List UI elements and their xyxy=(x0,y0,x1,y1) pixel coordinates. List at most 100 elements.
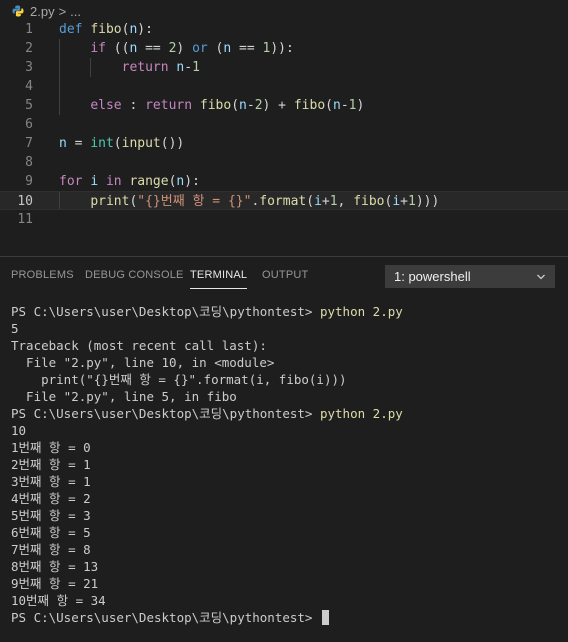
code-token: i xyxy=(314,194,322,209)
tab-terminal[interactable]: TERMINAL xyxy=(190,269,248,289)
line-number: 3 xyxy=(25,60,33,75)
code-token: 2 xyxy=(254,98,263,113)
terminal-line: 9번째 항 = 21 xyxy=(11,575,561,592)
terminal-line: 5 xyxy=(11,320,561,337)
terminal-text: 3번째 항 = 1 xyxy=(11,474,91,489)
code-token: ) xyxy=(356,98,365,113)
code-token: ( xyxy=(207,41,224,56)
code-token: or xyxy=(192,41,208,56)
terminal-text: File "2.py", line 5, in fibo xyxy=(11,389,237,404)
code-token: "{}번째 항 = {}" xyxy=(137,194,252,209)
line-number: 6 xyxy=(25,117,33,132)
line-number: 4 xyxy=(25,79,33,94)
line-number: 8 xyxy=(25,155,33,170)
code-token: == xyxy=(137,41,169,56)
terminal-text: 10번째 항 = 34 xyxy=(11,593,106,608)
code-text: return n-1 xyxy=(59,58,200,77)
tab-debug-console[interactable]: DEBUG CONSOLE xyxy=(85,269,184,281)
tab-output[interactable]: OUTPUT xyxy=(262,269,308,281)
code-line[interactable]: 5 else : return fibo(n-2) + fibo(n-1) xyxy=(0,96,568,115)
code-token: ()) xyxy=(160,136,185,151)
bottom-panel: PROBLEMS DEBUG CONSOLE TERMINAL OUTPUT 1… xyxy=(0,256,568,642)
code-line[interactable]: 6 xyxy=(0,115,568,134)
code-line[interactable]: 11 xyxy=(0,210,568,229)
code-token: format xyxy=(259,194,307,209)
terminal-line: 7번째 항 = 8 xyxy=(11,541,561,558)
terminal-line: 1번째 항 = 0 xyxy=(11,439,561,456)
code-token: i xyxy=(90,174,99,189)
code-token: - xyxy=(246,98,255,113)
code-token: return xyxy=(121,60,169,75)
code-text: if ((n == 2) or (n == 1)): xyxy=(59,39,294,58)
code-token: ( xyxy=(306,194,315,209)
terminal-text: 4번째 항 = 2 xyxy=(11,491,91,506)
terminal-line: 8번째 항 = 13 xyxy=(11,558,561,575)
code-token: 1 xyxy=(329,194,338,209)
code-token: )): xyxy=(270,41,294,56)
terminal-line: 10 xyxy=(11,422,561,439)
terminal-line: 2번째 항 = 1 xyxy=(11,456,561,473)
code-token: int xyxy=(90,136,114,151)
line-number: 1 xyxy=(25,22,33,37)
code-line[interactable]: 8 xyxy=(0,153,568,172)
terminal-select[interactable]: 1: powershell xyxy=(385,265,555,288)
terminal-command: python 2.py xyxy=(319,304,403,319)
code-text: print("{}번째 항 = {}".format(i+1, fibo(i+1… xyxy=(59,192,439,211)
code-line[interactable]: 2 if ((n == 2) or (n == 1)): xyxy=(0,39,568,58)
code-token: ): xyxy=(137,22,153,37)
breadcrumb: 2.py > ... xyxy=(12,2,81,20)
terminal-line: Traceback (most recent call last): xyxy=(11,337,561,354)
terminal-line: PS C:\Users\user\Desktop\코딩\pythontest> xyxy=(11,609,561,626)
code-editor[interactable]: 2.py > ... 1 def fibo(n): 2 if ((n == 2) o… xyxy=(0,0,568,256)
code-token: n xyxy=(59,136,67,151)
terminal-line: 4번째 항 = 2 xyxy=(11,490,561,507)
code-line[interactable]: 4 xyxy=(0,77,568,96)
code-token: n xyxy=(239,98,247,113)
code-token: + xyxy=(400,194,408,209)
terminal-prompt: PS C:\Users\user\Desktop\코딩\pythontest> xyxy=(11,304,320,319)
code-line[interactable]: 10 print("{}번째 항 = {}".format(i+1, fibo(… xyxy=(0,191,568,210)
terminal-text: 9번째 항 = 21 xyxy=(11,576,99,591)
breadcrumb-rest[interactable]: ... xyxy=(70,4,81,19)
code-token: ( xyxy=(113,136,122,151)
terminal-cursor[interactable] xyxy=(321,610,329,625)
breadcrumb-file[interactable]: 2.py xyxy=(30,4,55,19)
code-text: def fibo(n): xyxy=(59,20,153,39)
code-token: fibo xyxy=(293,98,326,113)
code-token: print xyxy=(90,194,130,209)
tab-problems[interactable]: PROBLEMS xyxy=(11,269,74,281)
code-token: , xyxy=(337,194,354,209)
terminal-text: print("{}번째 항 = {}".format(i, fibo(i))) xyxy=(11,372,347,387)
code-token: = xyxy=(66,136,91,151)
code-lines[interactable]: 1 def fibo(n): 2 if ((n == 2) or (n == 1))… xyxy=(0,20,568,229)
line-number: 5 xyxy=(25,98,33,113)
code-token: ) xyxy=(176,41,193,56)
code-line[interactable]: 3 return n-1 xyxy=(0,58,568,77)
code-token: + xyxy=(321,194,330,209)
code-token: fibo xyxy=(90,22,122,37)
code-token: 1 xyxy=(408,194,416,209)
indent-guide xyxy=(59,77,60,96)
terminal-line: File "2.py", line 10, in <module> xyxy=(11,354,561,371)
code-token: n xyxy=(332,98,341,113)
code-line[interactable]: 1 def fibo(n): xyxy=(0,20,568,39)
code-text: for i in range(n): xyxy=(59,172,200,191)
code-line[interactable]: 7 n = int(input()) xyxy=(0,134,568,153)
code-text: n = int(input()) xyxy=(59,134,184,153)
code-token: return xyxy=(145,98,193,113)
terminal-text: 10 xyxy=(11,423,27,438)
code-line[interactable]: 9 for i in range(n): xyxy=(0,172,568,191)
terminal-prompt: PS C:\Users\user\Desktop\코딩\pythontest> xyxy=(11,610,320,625)
terminal-output[interactable]: PS C:\Users\user\Desktop\코딩\pythontest> … xyxy=(11,303,561,626)
line-number: 10 xyxy=(17,194,33,209)
breadcrumb-separator: > xyxy=(58,3,67,19)
terminal-line: 10번째 항 = 34 xyxy=(11,592,561,609)
terminal-text: Traceback (most recent call last): xyxy=(11,338,267,353)
code-token: fibo xyxy=(353,194,385,209)
code-token: 1 xyxy=(192,60,200,75)
code-token: fibo xyxy=(199,98,232,113)
code-token: ( xyxy=(325,98,333,113)
